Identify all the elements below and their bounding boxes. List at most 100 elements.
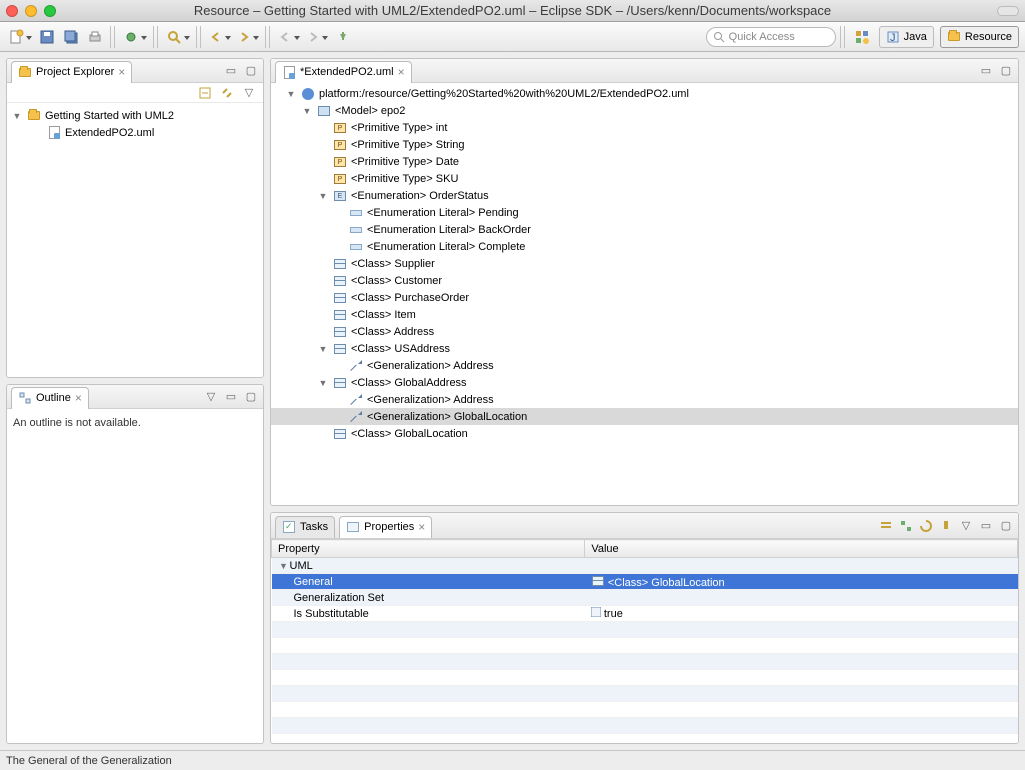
table-header-row: Property Value <box>272 540 1018 558</box>
tasks-tab[interactable]: Tasks <box>275 516 335 538</box>
pin-property-icon[interactable] <box>938 518 954 534</box>
tree-label: <Class> Customer <box>351 275 442 287</box>
open-perspective-button[interactable] <box>851 26 873 48</box>
close-window-button[interactable] <box>6 5 18 17</box>
property-row-genset[interactable]: Generalization Set <box>272 590 1018 606</box>
empty-row <box>272 622 1018 638</box>
print-button[interactable] <box>84 26 106 48</box>
search-button[interactable] <box>164 26 192 48</box>
show-categories-icon[interactable] <box>878 518 894 534</box>
minimize-view-icon[interactable]: ▭ <box>223 389 239 405</box>
perspective-resource[interactable]: Resource <box>940 26 1019 48</box>
minimize-window-button[interactable] <box>25 5 37 17</box>
window-controls <box>6 5 56 17</box>
class-icon <box>334 378 346 388</box>
class-node[interactable]: <Class> PurchaseOrder <box>271 289 1018 306</box>
class-node[interactable]: <Class> Item <box>271 306 1018 323</box>
enum-literal-node[interactable]: <Enumeration Literal> Complete <box>271 238 1018 255</box>
editor-tab-title: *ExtendedPO2.uml <box>300 66 394 78</box>
enumeration-node[interactable]: E<Enumeration> OrderStatus <box>271 187 1018 204</box>
class-icon <box>334 327 346 337</box>
quick-access-search[interactable]: Quick Access <box>706 27 836 47</box>
debug-button[interactable] <box>121 26 149 48</box>
properties-tab[interactable]: Properties × <box>339 516 432 538</box>
generalization-node-selected[interactable]: <Generalization> GlobalLocation <box>271 408 1018 425</box>
value-column-header[interactable]: Value <box>585 540 1018 558</box>
class-node[interactable]: <Class> GlobalAddress <box>271 374 1018 391</box>
maximize-view-icon[interactable]: ▢ <box>998 518 1014 534</box>
zoom-window-button[interactable] <box>44 5 56 17</box>
save-all-button[interactable] <box>60 26 82 48</box>
maximize-view-icon[interactable]: ▢ <box>243 389 259 405</box>
resource-root-node[interactable]: platform:/resource/Getting%20Started%20w… <box>271 85 1018 102</box>
enum-literal-node[interactable]: <Enumeration Literal> Pending <box>271 204 1018 221</box>
generalization-node[interactable]: <Generalization> Address <box>271 391 1018 408</box>
restore-defaults-icon[interactable] <box>918 518 934 534</box>
close-icon[interactable]: × <box>398 66 405 78</box>
enum-literal-node[interactable]: <Enumeration Literal> BackOrder <box>271 221 1018 238</box>
property-row-issub[interactable]: Is Substitutable true <box>272 606 1018 622</box>
close-icon[interactable]: × <box>118 66 125 78</box>
primitive-icon: P <box>334 123 346 133</box>
view-menu-icon[interactable]: ▽ <box>241 85 257 101</box>
collapse-all-icon[interactable] <box>197 85 213 101</box>
class-node[interactable]: <Class> USAddress <box>271 340 1018 357</box>
platform-icon <box>302 88 314 100</box>
class-node[interactable]: <Class> Supplier <box>271 255 1018 272</box>
nav-forward-button[interactable] <box>304 26 330 48</box>
close-icon[interactable]: × <box>75 392 82 404</box>
property-column-header[interactable]: Property <box>272 540 585 558</box>
class-node[interactable]: <Class> Address <box>271 323 1018 340</box>
maximize-view-icon[interactable]: ▢ <box>243 63 259 79</box>
primitive-type-node[interactable]: P<Primitive Type> int <box>271 119 1018 136</box>
empty-row <box>272 718 1018 734</box>
tree-label: <Enumeration Literal> BackOrder <box>367 224 531 236</box>
uml-file-icon <box>282 65 296 79</box>
view-menu-icon[interactable]: ▽ <box>958 518 974 534</box>
outline-empty-text: An outline is not available. <box>9 413 261 433</box>
new-button[interactable] <box>6 26 34 48</box>
perspective-java-label: Java <box>904 31 927 43</box>
tree-label: <Class> GlobalAddress <box>351 377 467 389</box>
project-node[interactable]: Getting Started with UML2 <box>9 107 261 124</box>
window-title-bar: Resource – Getting Started with UML2/Ext… <box>0 0 1025 22</box>
project-explorer-tab[interactable]: Project Explorer × <box>11 61 132 83</box>
class-node[interactable]: <Class> Customer <box>271 272 1018 289</box>
class-icon <box>334 293 346 303</box>
close-icon[interactable]: × <box>418 521 425 533</box>
model-node[interactable]: <Model> epo2 <box>271 102 1018 119</box>
outline-tab[interactable]: Outline × <box>11 387 89 409</box>
nav-back-history-button[interactable] <box>207 26 233 48</box>
primitive-type-node[interactable]: P<Primitive Type> SKU <box>271 170 1018 187</box>
primitive-type-node[interactable]: P<Primitive Type> Date <box>271 153 1018 170</box>
project-icon <box>28 111 40 120</box>
primitive-type-node[interactable]: P<Primitive Type> String <box>271 136 1018 153</box>
show-advanced-icon[interactable] <box>898 518 914 534</box>
nav-forward-history-button[interactable] <box>235 26 261 48</box>
file-node[interactable]: ExtendedPO2.uml <box>9 124 261 141</box>
tree-label: <Class> Address <box>351 326 434 338</box>
properties-icon <box>346 520 360 534</box>
nav-back-button[interactable] <box>276 26 302 48</box>
generalization-node[interactable]: <Generalization> Address <box>271 357 1018 374</box>
enumeration-icon: E <box>334 191 346 201</box>
tree-label: <Class> USAddress <box>351 343 450 355</box>
property-label: General <box>294 576 333 588</box>
save-button[interactable] <box>36 26 58 48</box>
view-menu-icon[interactable]: ▽ <box>203 389 219 405</box>
class-node[interactable]: <Class> GlobalLocation <box>271 425 1018 442</box>
main-toolbar: Quick Access J Java Resource <box>0 22 1025 52</box>
title-bar-grip <box>997 6 1019 16</box>
pin-button[interactable] <box>332 26 354 48</box>
editor-tab[interactable]: *ExtendedPO2.uml × <box>275 61 412 83</box>
tree-label: <Class> Supplier <box>351 258 435 270</box>
perspective-java[interactable]: J Java <box>879 26 934 48</box>
maximize-view-icon[interactable]: ▢ <box>998 63 1014 79</box>
property-group-row[interactable]: UML <box>272 558 1018 574</box>
property-row-general[interactable]: General <Class> GlobalLocation <box>272 574 1018 590</box>
minimize-view-icon[interactable]: ▭ <box>223 63 239 79</box>
generalization-icon <box>350 360 362 372</box>
minimize-view-icon[interactable]: ▭ <box>978 63 994 79</box>
link-editor-icon[interactable] <box>219 85 235 101</box>
minimize-view-icon[interactable]: ▭ <box>978 518 994 534</box>
